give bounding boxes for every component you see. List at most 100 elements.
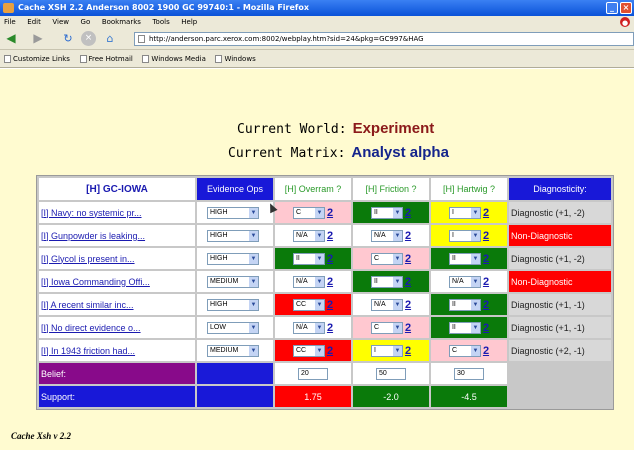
- evidence-link[interactable]: [I] No direct evidence o...: [41, 323, 141, 333]
- rating-select[interactable]: N/A ▼: [448, 275, 481, 288]
- evidence-cell[interactable]: [I] In 1943 friction had...: [39, 340, 195, 361]
- rating-count-link[interactable]: 2: [327, 253, 333, 265]
- rating-select[interactable]: II ▼: [292, 252, 325, 265]
- rating-count-link[interactable]: 2: [327, 230, 333, 242]
- rating-count-link[interactable]: 2: [405, 207, 411, 219]
- weight-select[interactable]: LOW ▼: [207, 321, 259, 334]
- hypothesis-header[interactable]: [H] GC-IOWA: [39, 178, 195, 200]
- table-row: [I] In 1943 friction had... MEDIUM ▼ CC ▼ 2…: [39, 340, 611, 361]
- evidence-link[interactable]: [I] In 1943 friction had...: [41, 346, 135, 356]
- menu-edit[interactable]: Edit: [27, 16, 41, 28]
- rating-select[interactable]: N/A ▼: [292, 229, 325, 242]
- rating-count-link[interactable]: 2: [405, 230, 411, 242]
- rating-count-link[interactable]: 2: [483, 322, 489, 334]
- weight-select[interactable]: HIGH ▼: [207, 206, 259, 219]
- belief-input[interactable]: 50: [376, 368, 406, 380]
- rating-count-link[interactable]: 2: [327, 345, 333, 357]
- evidence-cell[interactable]: [I] Iowa Commanding Offi...: [39, 271, 195, 292]
- minimize-button[interactable]: _: [606, 2, 618, 14]
- stop-loading-icon[interactable]: ●: [620, 17, 630, 27]
- rating-count-link[interactable]: 2: [405, 322, 411, 334]
- rating-cell: I ▼ 2: [353, 340, 429, 361]
- rating-select[interactable]: CC ▼: [292, 298, 325, 311]
- evidence-cell[interactable]: [I] Gunpowder is leaking...: [39, 225, 195, 246]
- address-bar[interactable]: http://anderson.parc.xerox.com:8002/webp…: [134, 32, 634, 46]
- rating-count-link[interactable]: 2: [405, 276, 411, 288]
- belief-input[interactable]: 30: [454, 368, 484, 380]
- overram-header[interactable]: [H] Overram ?: [275, 178, 351, 200]
- rating-select[interactable]: N/A ▼: [292, 321, 325, 334]
- friction-header[interactable]: [H] Friction ?: [353, 178, 429, 200]
- rating-count-link[interactable]: 2: [405, 253, 411, 265]
- evidence-cell[interactable]: [I] Navy: no systemic pr...: [39, 202, 195, 223]
- rating-select[interactable]: II ▼: [448, 252, 481, 265]
- rating-select[interactable]: II ▼: [448, 298, 481, 311]
- footer-version: Cache Xsh v 2.2: [11, 431, 72, 441]
- rating-select[interactable]: N/A ▼: [370, 298, 403, 311]
- rating-count-link[interactable]: 2: [327, 299, 333, 311]
- rating-count-link[interactable]: 2: [483, 253, 489, 265]
- rating-count-link[interactable]: 2: [327, 207, 333, 219]
- menu-bookmarks[interactable]: Bookmarks: [102, 16, 141, 28]
- rating-select[interactable]: CC ▼: [292, 344, 325, 357]
- rating-count-link[interactable]: 2: [483, 299, 489, 311]
- menu-go[interactable]: Go: [81, 16, 91, 28]
- diagnosticity-cell: Diagnostic (+1, -2): [509, 202, 611, 223]
- menu-view[interactable]: View: [52, 16, 69, 28]
- rating-count-link[interactable]: 2: [483, 345, 489, 357]
- rating-select[interactable]: N/A ▼: [370, 229, 403, 242]
- overram-header-link[interactable]: [H] Overram ?: [285, 184, 342, 194]
- back-arrow-icon[interactable]: ◀: [3, 31, 19, 46]
- friction-header-link[interactable]: [H] Friction ?: [365, 184, 416, 194]
- menu-tools[interactable]: Tools: [152, 16, 169, 28]
- evidence-link[interactable]: [I] Iowa Commanding Offi...: [41, 277, 150, 287]
- rating-count-link[interactable]: 2: [483, 207, 489, 219]
- weight-select[interactable]: MEDIUM ▼: [207, 344, 259, 357]
- rating-select[interactable]: C ▼: [292, 206, 325, 219]
- stop-icon[interactable]: ×: [81, 31, 96, 46]
- forward-arrow-icon[interactable]: ▶: [30, 31, 46, 46]
- evidence-cell[interactable]: [I] A recent similar inc...: [39, 294, 195, 315]
- evidence-cell[interactable]: [I] No direct evidence o...: [39, 317, 195, 338]
- bookmark-windows[interactable]: Windows: [215, 55, 256, 63]
- belief-input[interactable]: 20: [298, 368, 328, 380]
- close-button[interactable]: ×: [620, 2, 632, 14]
- bookmark-free-hotmail[interactable]: Free Hotmail: [79, 55, 133, 63]
- bookmark-customize-links[interactable]: Customize Links: [4, 55, 70, 63]
- reload-icon[interactable]: ↻: [60, 31, 76, 46]
- rating-count-link[interactable]: 2: [405, 345, 411, 357]
- rating-count-link[interactable]: 2: [405, 299, 411, 311]
- weight-select[interactable]: MEDIUM ▼: [207, 275, 259, 288]
- rating-select[interactable]: I ▼: [370, 344, 403, 357]
- menu-file[interactable]: File: [4, 16, 16, 28]
- rating-select[interactable]: II ▼: [370, 275, 403, 288]
- weight-select[interactable]: HIGH ▼: [207, 229, 259, 242]
- hypothesis-header-link[interactable]: [H] GC-IOWA: [86, 184, 148, 195]
- menu-help[interactable]: Help: [181, 16, 197, 28]
- evidence-link[interactable]: [I] Glycol is present in...: [41, 254, 135, 264]
- rating-select[interactable]: I ▼: [448, 229, 481, 242]
- evidence-cell[interactable]: [I] Glycol is present in...: [39, 248, 195, 269]
- home-icon[interactable]: ⌂: [102, 31, 118, 46]
- rating-count-link[interactable]: 2: [483, 230, 489, 242]
- rating-select[interactable]: II ▼: [448, 321, 481, 334]
- rating-select[interactable]: C ▼: [448, 344, 481, 357]
- rating-count-link[interactable]: 2: [327, 276, 333, 288]
- rating-cell: N/A ▼ 2: [275, 225, 351, 246]
- weight-select[interactable]: HIGH ▼: [207, 252, 259, 265]
- evidence-link[interactable]: [I] Navy: no systemic pr...: [41, 208, 142, 218]
- hartwig-header-link[interactable]: [H] Hartwig ?: [443, 184, 495, 194]
- rating-select[interactable]: C ▼: [370, 321, 403, 334]
- rating-select[interactable]: C ▼: [370, 252, 403, 265]
- rating-select[interactable]: I ▼: [448, 206, 481, 219]
- rating-count-link[interactable]: 2: [483, 276, 489, 288]
- rating-count-link[interactable]: 2: [327, 322, 333, 334]
- evidence-link[interactable]: [I] A recent similar inc...: [41, 300, 134, 310]
- rating-select[interactable]: II ▼: [370, 206, 403, 219]
- rating-select[interactable]: N/A ▼: [292, 275, 325, 288]
- hartwig-header[interactable]: [H] Hartwig ?: [431, 178, 507, 200]
- bookmark-windows-media[interactable]: Windows Media: [142, 55, 206, 63]
- evidence-link[interactable]: [I] Gunpowder is leaking...: [41, 231, 145, 241]
- weight-select[interactable]: HIGH ▼: [207, 298, 259, 311]
- rating-cell: C ▼ 2: [431, 340, 507, 361]
